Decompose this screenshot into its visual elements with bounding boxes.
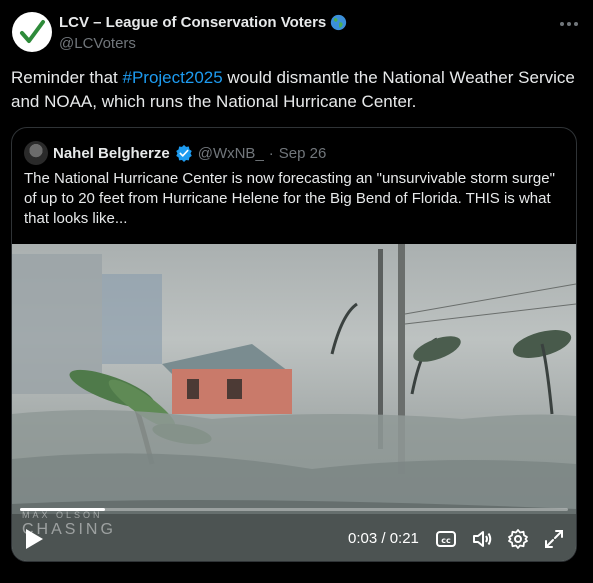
captions-icon[interactable]: cc [435, 528, 457, 550]
quoted-author-handle[interactable]: @WxNB_ [198, 145, 264, 162]
hashtag-link[interactable]: #Project2025 [123, 68, 223, 87]
tweet-text: Reminder that #Project2025 would dismant… [11, 66, 576, 114]
quoted-author-avatar[interactable] [24, 141, 48, 165]
tweet-header: LCV – League of Conservation Voters @LCV… [12, 12, 581, 56]
green-checkmark-icon [20, 20, 45, 43]
watermark-line1: MAX OLSON [22, 510, 103, 520]
author-display-name[interactable]: LCV – League of Conservation Voters [59, 14, 326, 31]
settings-gear-icon[interactable] [507, 528, 529, 550]
author-avatar[interactable] [12, 12, 52, 52]
quoted-tweet-header: Nahel Belgherze @WxNB_ · Sep 26 [24, 141, 326, 165]
more-options-icon[interactable] [557, 16, 581, 32]
quoted-tweet-text: The National Hurricane Center is now for… [24, 170, 555, 227]
play-icon[interactable] [24, 528, 44, 550]
quoted-separator: · [268, 144, 274, 162]
tweet-text-intro: Reminder that [11, 68, 123, 87]
globe-emoji-icon [331, 14, 347, 31]
video-player[interactable]: MAX OLSON CHASING 0:03 / 0:21 cc [12, 244, 576, 561]
video-controls: MAX OLSON CHASING 0:03 / 0:21 cc [12, 510, 576, 561]
quoted-tweet-card[interactable]: Nahel Belgherze @WxNB_ · Sep 26 The Nati… [11, 127, 577, 562]
video-timestamp: 0:03 / 0:21 [348, 530, 419, 547]
verified-badge-icon [175, 144, 192, 162]
quoted-date[interactable]: Sep 26 [279, 145, 327, 162]
quoted-author-name[interactable]: Nahel Belgherze [53, 145, 170, 162]
volume-icon[interactable] [471, 528, 493, 550]
fullscreen-icon[interactable] [543, 528, 565, 550]
svg-text:cc: cc [441, 536, 451, 545]
author-handle[interactable]: @LCVoters [59, 35, 136, 52]
